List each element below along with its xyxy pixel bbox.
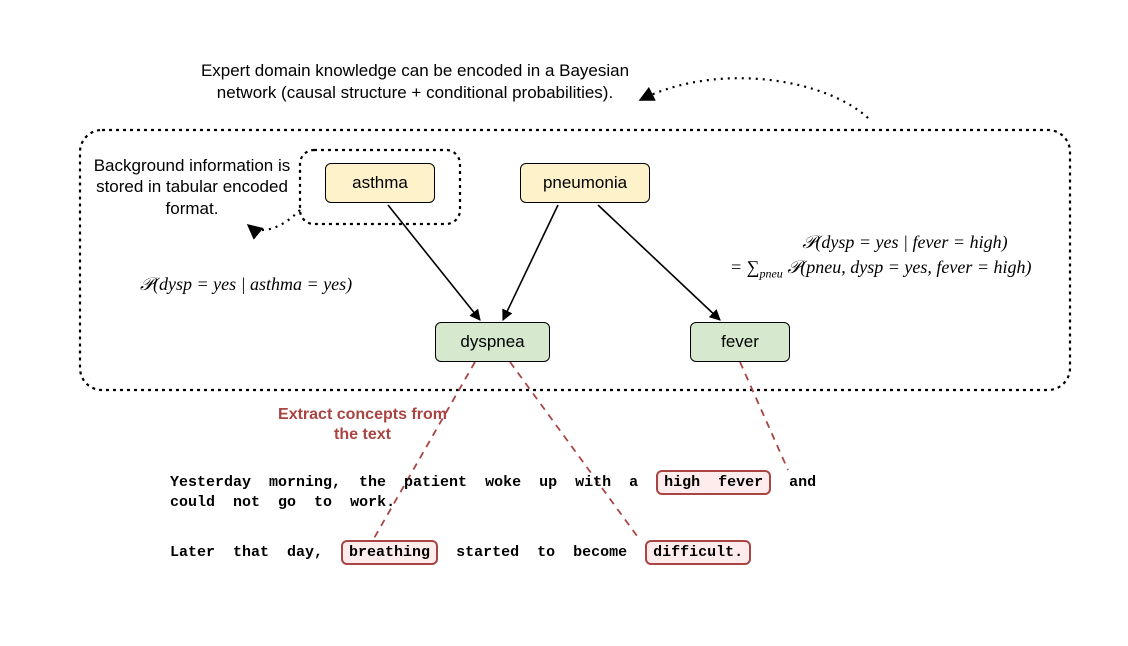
sentence-line-3: Later that day, breathing started to bec… [170,540,769,565]
formula-right-line1: 𝒫(dysp = yes | fever = high) [730,230,1080,255]
word: started [456,544,519,561]
sentence-line-1: Yesterday morning, the patient woke up w… [170,470,834,495]
word: Yesterday [170,474,251,491]
formula-dysp-given-fever: 𝒫(dysp = yes | fever = high) = ∑pneu 𝒫(p… [730,230,1080,283]
word: with [575,474,611,491]
link-dyspnea-breathing [373,362,475,540]
word: not [233,494,260,511]
link-fever-highfever [740,362,788,470]
word: could [170,494,215,511]
node-asthma-label: asthma [352,173,408,193]
formula-sum-prefix: = ∑ [730,257,759,277]
edge-pneumonia-fever [598,205,720,320]
word: to [314,494,332,511]
word: become [573,544,627,561]
word: and [789,474,816,491]
arrow-caption-to-panel [640,78,870,120]
node-pneumonia: pneumonia [520,163,650,203]
node-fever: fever [690,322,790,362]
word: woke [485,474,521,491]
word: difficult. [653,544,743,561]
word: fever [718,474,763,491]
word: high [664,474,700,491]
word: the [359,474,386,491]
sentence-line-2: could not go to work. [170,494,413,511]
highlight-breathing: breathing [341,540,438,565]
label-extract-concepts: Extract concepts from the text [275,405,450,445]
highlight-difficult: difficult. [645,540,751,565]
formula-sum-sub: pneu [759,267,782,281]
formula-right-line2: = ∑pneu 𝒫(pneu, dysp = yes, fever = high… [730,255,1080,282]
caption-expert-knowledge: Expert domain knowledge can be encoded i… [180,60,650,104]
word: that [233,544,269,561]
node-fever-label: fever [721,332,759,352]
link-dyspnea-difficult [510,362,640,540]
word: go [278,494,296,511]
edge-asthma-dyspnea [388,205,480,320]
word: patient [404,474,467,491]
node-pneumonia-label: pneumonia [543,173,627,193]
node-dyspnea: dyspnea [435,322,550,362]
word: work. [350,494,395,511]
formula-dysp-given-asthma: 𝒫(dysp = yes | asthma = yes) [140,272,352,297]
word: day, [287,544,323,561]
node-asthma: asthma [325,163,435,203]
word: breathing [349,544,430,561]
caption-background-info: Background information is stored in tabu… [92,155,292,219]
node-dyspnea-label: dyspnea [460,332,524,352]
word: morning, [269,474,341,491]
word: up [539,474,557,491]
word: a [629,474,638,491]
word: to [537,544,555,561]
highlight-high-fever: high fever [656,470,771,495]
word: Later [170,544,215,561]
formula-sum-rest: 𝒫(pneu, dysp = yes, fever = high) [783,257,1032,277]
edge-pneumonia-dyspnea [503,205,558,320]
